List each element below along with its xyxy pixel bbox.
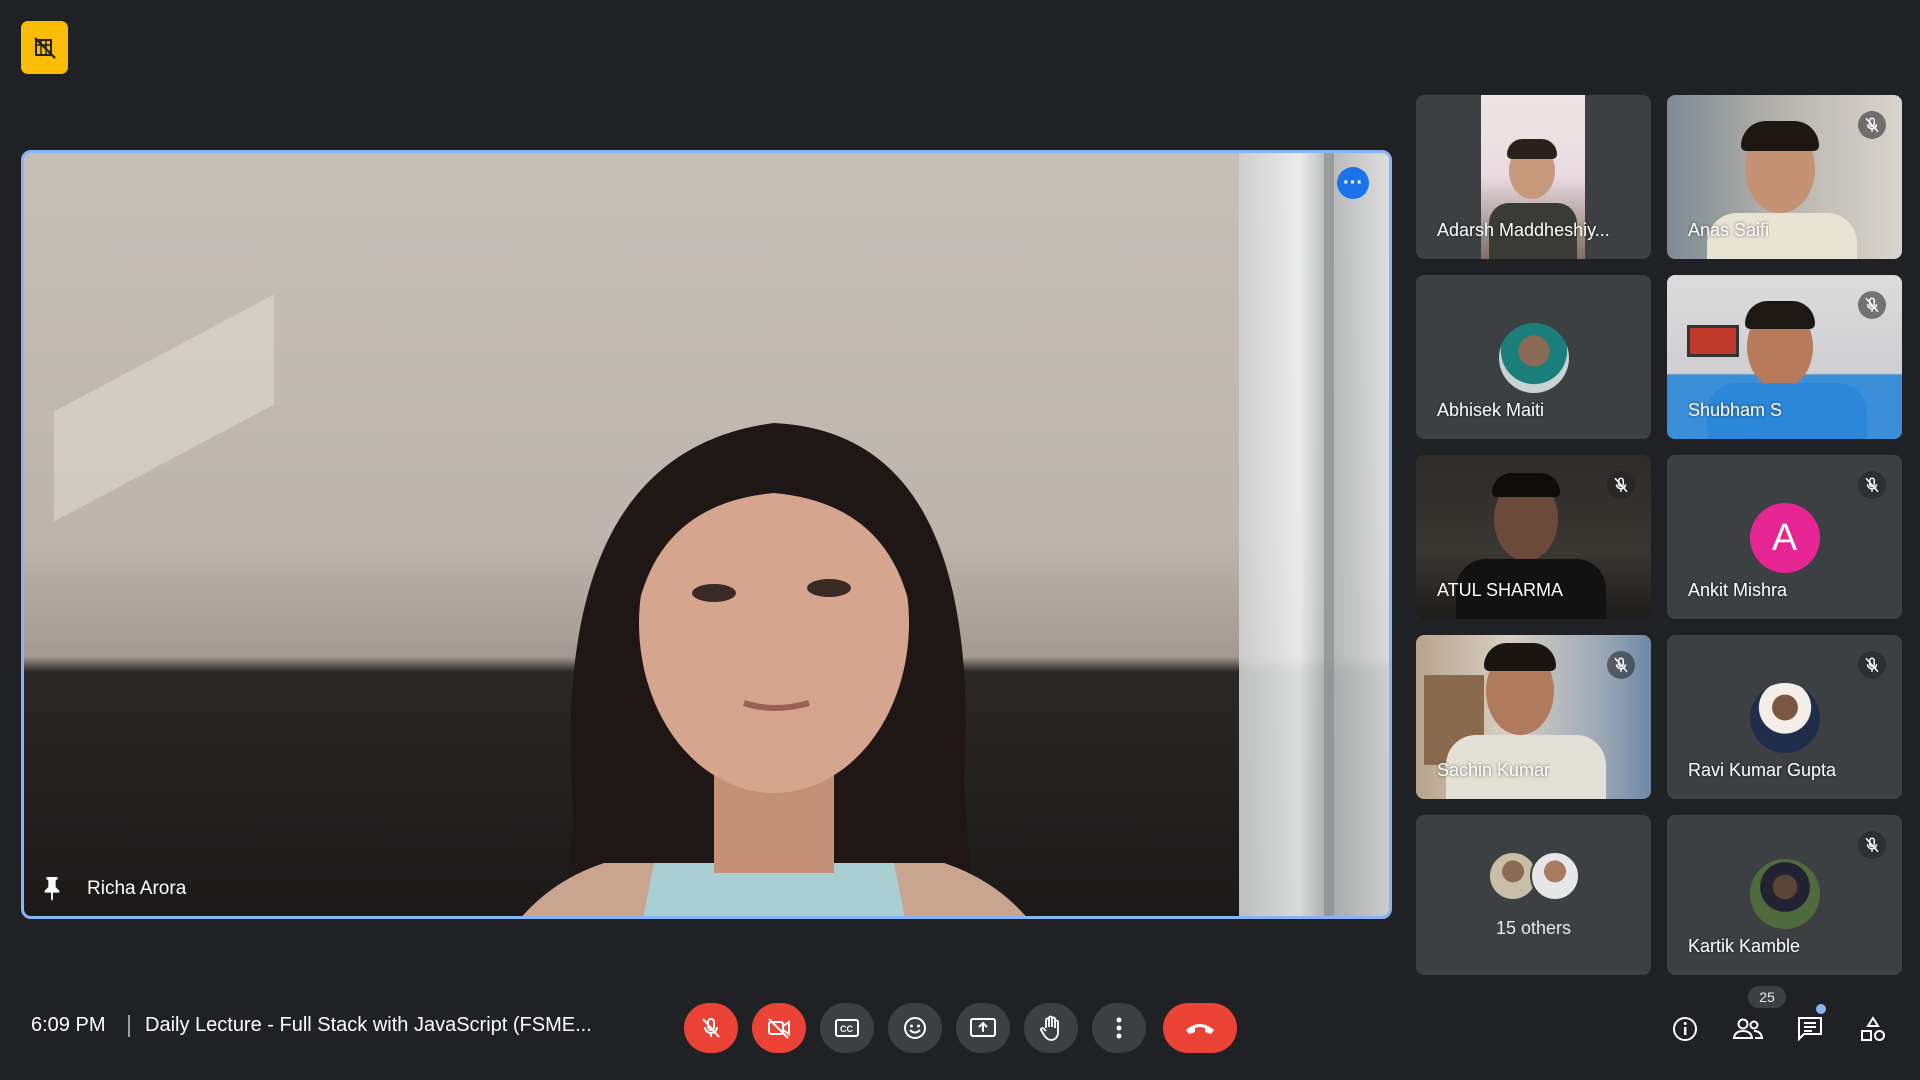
mic-off-icon	[1865, 117, 1879, 133]
people-icon	[1732, 1018, 1764, 1039]
mic-off-icon	[1865, 837, 1879, 853]
emoji-icon	[904, 1017, 926, 1039]
meeting-clock: 6:09 PM	[31, 1014, 106, 1036]
muted-indicator	[1858, 831, 1886, 859]
participant-avatar	[1530, 851, 1580, 901]
more-options-button[interactable]: ···	[1337, 167, 1369, 199]
unread-indicator	[1816, 1004, 1826, 1014]
participant-name: Ankit Mishra	[1688, 580, 1788, 600]
participant-name: Shubham S	[1688, 400, 1783, 420]
participant-tile[interactable]: Kartik Kamble	[1667, 815, 1902, 975]
mic-off-icon	[702, 1017, 720, 1038]
svg-text:CC: CC	[840, 1024, 853, 1034]
participant-name: Ravi Kumar Gupta	[1688, 760, 1837, 780]
muted-indicator	[1858, 471, 1886, 499]
camera-off-icon	[768, 1018, 790, 1039]
meeting-title: Daily Lecture - Full Stack with JavaScri…	[145, 1014, 592, 1036]
participant-count-badge: 25	[1748, 986, 1786, 1008]
participant-avatar	[1749, 683, 1820, 753]
activities-icon	[1861, 1016, 1885, 1041]
main-video-tile[interactable]: ··· Richa Arora	[21, 150, 1392, 919]
participant-tile[interactable]: A Ankit Mishra	[1667, 455, 1902, 619]
camera-off-icon	[33, 36, 56, 59]
raise-hand-button[interactable]	[1024, 1003, 1078, 1053]
divider	[128, 1015, 130, 1037]
present-button[interactable]	[956, 1003, 1010, 1053]
chat-button[interactable]	[1793, 1012, 1827, 1046]
participant-name: Sachin Kumar	[1437, 760, 1551, 780]
more-horizontal-icon: ···	[1343, 172, 1363, 194]
mic-off-icon	[1865, 657, 1879, 673]
participant-name: Kartik Kamble	[1688, 936, 1801, 956]
participant-tile[interactable]: Sachin Kumar	[1416, 635, 1651, 799]
mic-off-icon	[1614, 477, 1628, 493]
camera-off-badge	[21, 21, 68, 74]
captions-button[interactable]: CC	[820, 1003, 874, 1053]
camera-toggle-button[interactable]	[752, 1003, 806, 1053]
info-icon	[1673, 1017, 1697, 1041]
muted-indicator	[1858, 291, 1886, 319]
background-window	[1239, 153, 1389, 916]
participant-tile[interactable]: ATUL SHARMA	[1416, 455, 1651, 619]
participant-name: Anas Saifi	[1688, 220, 1770, 240]
mic-off-icon	[1865, 477, 1879, 493]
muted-indicator	[1858, 651, 1886, 679]
meeting-details-button[interactable]	[1668, 1012, 1702, 1046]
others-count-label: 15 others	[1495, 918, 1572, 938]
participant-tile[interactable]: Abhisek Maiti	[1416, 275, 1651, 439]
pin-icon	[44, 877, 60, 901]
speaker-video	[522, 423, 1026, 916]
muted-indicator	[1607, 471, 1635, 499]
more-vert-icon	[1116, 1017, 1122, 1039]
participant-tile[interactable]: Anas Saifi	[1667, 95, 1902, 259]
wall-frame	[1687, 325, 1739, 357]
reactions-button[interactable]	[888, 1003, 942, 1053]
participant-name: Adarsh Maddheshiy...	[1437, 220, 1610, 240]
more-options-button[interactable]	[1092, 1003, 1146, 1053]
participant-avatar: A	[1749, 503, 1820, 573]
raise-hand-icon	[1040, 1015, 1059, 1041]
participant-tile[interactable]: Adarsh Maddheshiy...	[1416, 95, 1651, 259]
chat-icon	[1798, 1017, 1822, 1042]
participant-name: ATUL SHARMA	[1437, 580, 1564, 600]
participant-avatar	[1749, 859, 1820, 929]
participant-avatar	[1498, 323, 1569, 393]
microphone-toggle-button[interactable]	[684, 1003, 738, 1053]
muted-indicator	[1858, 111, 1886, 139]
leave-call-button[interactable]	[1163, 1003, 1237, 1053]
participant-tile[interactable]: Ravi Kumar Gupta	[1667, 635, 1902, 799]
present-screen-icon	[970, 1018, 996, 1037]
mic-off-icon	[1865, 297, 1879, 313]
captions-icon: CC	[835, 1019, 859, 1037]
end-call-icon	[1186, 1024, 1214, 1034]
wall-light	[54, 294, 274, 522]
activities-button[interactable]	[1856, 1012, 1890, 1046]
mic-off-icon	[1614, 657, 1628, 673]
people-button[interactable]	[1731, 1012, 1765, 1046]
others-tile[interactable]: 15 others	[1416, 815, 1651, 975]
window-frame	[1324, 153, 1334, 916]
participant-name: Abhisek Maiti	[1437, 400, 1545, 420]
participant-tile[interactable]: Shubham S	[1667, 275, 1902, 439]
muted-indicator	[1607, 651, 1635, 679]
main-participant-name: Richa Arora	[87, 878, 187, 899]
